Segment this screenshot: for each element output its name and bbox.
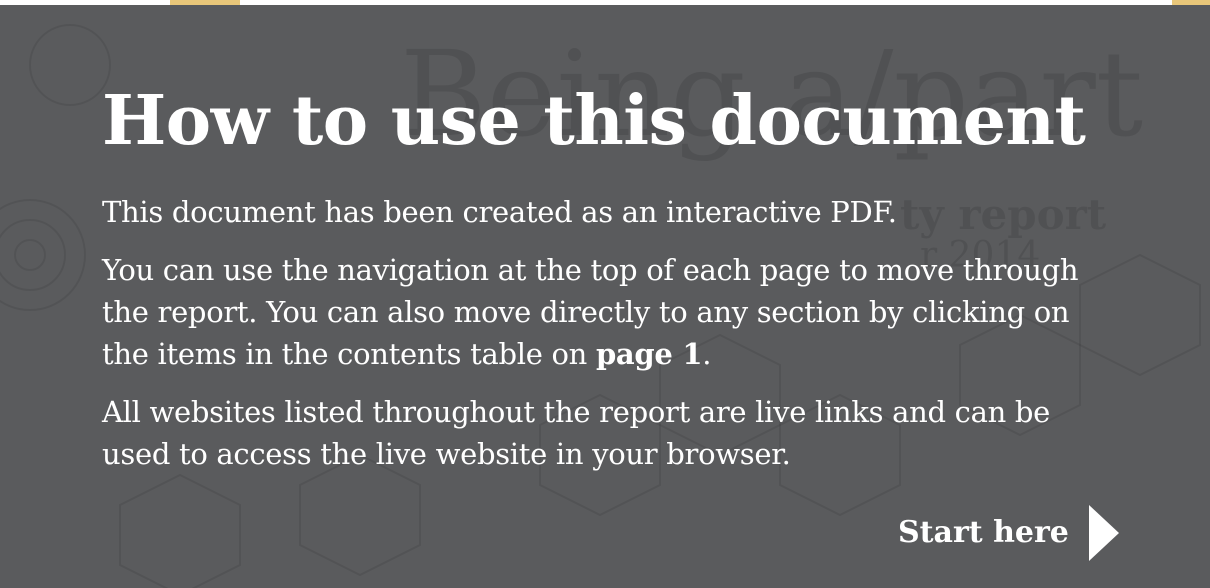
instructions-content: How to use this document This document h…	[102, 79, 1102, 475]
links-paragraph: All websites listed throughout the repor…	[102, 395, 1050, 471]
instructions-overlay: Being a/part ty report r 2014 How to use…	[0, 5, 1210, 588]
page-1-link[interactable]: page 1	[596, 337, 703, 371]
navigation-text-end: .	[702, 337, 712, 371]
start-here-label: Start here	[898, 515, 1069, 550]
start-here-button[interactable]: Start here	[898, 505, 1119, 561]
play-arrow-icon	[1088, 505, 1119, 561]
navigation-text: You can use the navigation at the top of…	[102, 253, 1079, 371]
navigation-paragraph: You can use the navigation at the top of…	[102, 249, 1102, 375]
page: Being a/part ty report r 2014 How to use…	[0, 0, 1210, 588]
intro-paragraph: This document has been created as an int…	[102, 195, 897, 229]
page-title: How to use this document	[102, 81, 1086, 161]
